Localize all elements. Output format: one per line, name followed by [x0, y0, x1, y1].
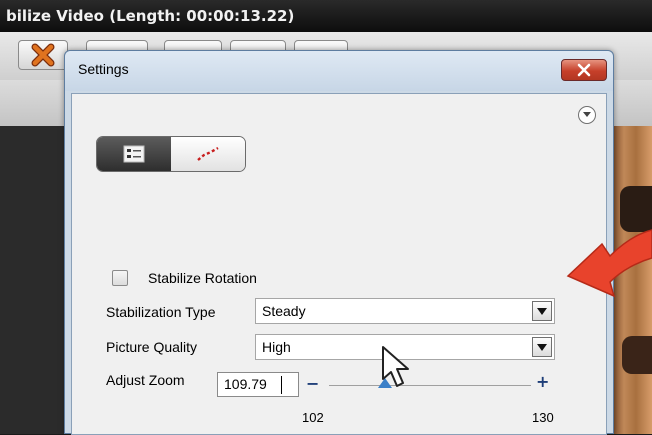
close-window-button[interactable]	[561, 59, 607, 81]
cancel-button[interactable]	[18, 40, 68, 70]
stabilize-rotation-label: Stabilize Rotation	[148, 270, 257, 286]
list-settings-icon	[123, 145, 145, 163]
zoom-min-label: 102	[302, 410, 324, 425]
settings-title-bar[interactable]: Settings	[65, 51, 613, 91]
stabilization-type-value: Steady	[262, 303, 306, 319]
close-x-icon	[31, 43, 55, 67]
annotation-arrow-icon	[566, 229, 652, 298]
settings-mode-button[interactable]	[97, 137, 171, 171]
stabilization-type-dropdown-button[interactable]	[532, 301, 552, 321]
close-icon	[577, 63, 591, 77]
app-title: bilize Video (Length: 00:00:13.22)	[6, 7, 295, 25]
adjust-zoom-input[interactable]: 109.79	[217, 372, 299, 397]
chevron-down-icon	[583, 112, 591, 117]
dropdown-arrow-icon	[537, 343, 547, 351]
mode-segmented-control	[96, 136, 246, 172]
zoom-max-label: 130	[532, 410, 554, 425]
motion-path-icon	[197, 146, 219, 161]
zoom-decrease-button[interactable]: −	[306, 374, 319, 393]
text-caret	[281, 376, 282, 394]
settings-panel: Stabilize Rotation Stabilization Type St…	[71, 93, 607, 435]
picture-quality-label: Picture Quality	[106, 339, 198, 355]
stabilize-rotation-checkbox[interactable]	[112, 270, 128, 286]
app-title-bar: bilize Video (Length: 00:00:13.22)	[0, 0, 652, 32]
dropdown-arrow-icon	[537, 307, 547, 315]
options-toggle-button[interactable]	[578, 106, 596, 124]
zoom-slider-track[interactable]	[329, 385, 531, 386]
picture-quality-dropdown-button[interactable]	[532, 337, 552, 357]
mouse-pointer-icon	[382, 346, 409, 387]
picture-quality-value: High	[262, 339, 291, 355]
settings-window: Settings Stabilize Rotation Stabilizatio…	[64, 50, 614, 435]
zoom-increase-button[interactable]: +	[536, 372, 549, 391]
stabilization-type-select[interactable]: Steady	[255, 298, 555, 324]
adjust-zoom-value: 109.79	[224, 376, 267, 392]
settings-title: Settings	[78, 61, 129, 77]
adjust-zoom-label: Adjust Zoom	[106, 372, 185, 388]
stabilization-type-label: Stabilization Type	[106, 304, 216, 320]
motion-mode-button[interactable]	[171, 137, 245, 171]
